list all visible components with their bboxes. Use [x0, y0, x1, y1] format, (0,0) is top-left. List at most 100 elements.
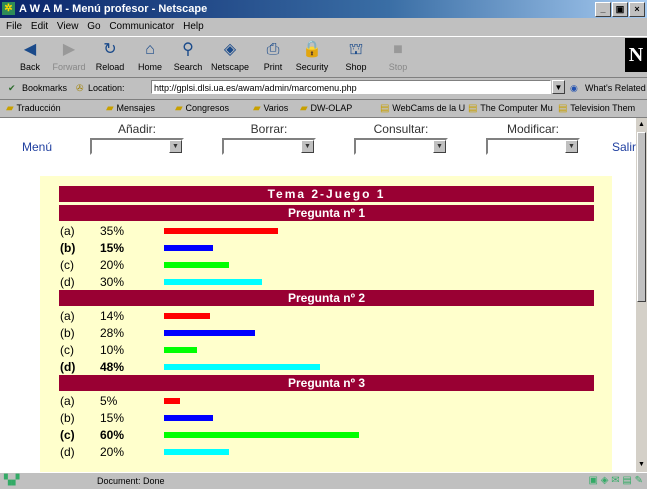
- answer-bar: [164, 245, 213, 251]
- modify-combo: Modificar: ▼: [486, 122, 580, 155]
- print-button[interactable]: ⎙ Print: [253, 39, 293, 75]
- answer-row: (a) 14%: [60, 307, 580, 324]
- query-combo: Consultar: ▼: [354, 122, 448, 155]
- menu-link[interactable]: Menú: [22, 140, 52, 154]
- location-bar: ✔ Bookmarks ✇ Location: http://gplsi.dls…: [0, 77, 647, 100]
- minimize-button[interactable]: _: [595, 2, 611, 17]
- netscape-button[interactable]: ◈ Netscape: [210, 39, 250, 75]
- component-bar-icons[interactable]: ▣ ◈ ✉ ▤ ✎: [589, 475, 643, 486]
- status-bar: ▚▞ Document: Done ▣ ◈ ✉ ▤ ✎: [0, 472, 647, 489]
- menu-help[interactable]: Help: [183, 21, 204, 32]
- home-button[interactable]: ⌂ Home: [130, 39, 170, 75]
- answer-percent: 60%: [100, 428, 125, 442]
- bookmark-item[interactable]: ▰ Traducción: [6, 103, 61, 114]
- bookmarks-button[interactable]: Bookmarks: [22, 83, 67, 93]
- vertical-scrollbar[interactable]: ▲ ▼: [636, 118, 647, 472]
- answer-percent: 30%: [100, 275, 125, 289]
- reload-button[interactable]: ↻ Reload: [90, 39, 130, 75]
- answer-option: (c): [60, 343, 74, 357]
- app-icon: ✲: [2, 2, 15, 15]
- answer-bar: [164, 330, 255, 336]
- menu-communicator[interactable]: Communicator: [109, 21, 174, 32]
- bookmark-item[interactable]: ▤ WebCams de la U: [380, 103, 465, 114]
- answer-percent: 15%: [100, 241, 125, 255]
- modify-label: Modificar:: [506, 122, 559, 136]
- search-button[interactable]: ⚲ Search: [168, 39, 208, 75]
- menu-go[interactable]: Go: [87, 21, 100, 32]
- answer-option: (a): [60, 309, 75, 323]
- bookmark-label: The Computer Mu: [480, 103, 553, 113]
- answer-bar: [164, 398, 180, 404]
- url-dropdown-button[interactable]: ▼: [552, 80, 565, 94]
- bookmark-label: DW-OLAP: [310, 103, 353, 113]
- bookmark-item[interactable]: ▰ Mensajes: [106, 103, 155, 114]
- toolbar-button-label: Netscape: [210, 62, 250, 72]
- menu-edit[interactable]: Edit: [31, 21, 48, 32]
- whats-related-button[interactable]: What's Related: [585, 83, 646, 93]
- page-icon: ▤: [558, 103, 571, 114]
- security-status-icon: ▚▞: [4, 475, 20, 486]
- answer-bar: [164, 262, 229, 268]
- scroll-thumb[interactable]: [637, 132, 646, 302]
- chevron-down-icon[interactable]: ▼: [565, 140, 578, 153]
- bookmark-item[interactable]: ▰ DW-OLAP: [300, 103, 352, 114]
- chevron-down-icon[interactable]: ▼: [301, 140, 314, 153]
- page-icon: ▤: [468, 103, 481, 114]
- question-header: Pregunta nº 2: [59, 290, 594, 306]
- question-header: Pregunta nº 1: [59, 205, 594, 221]
- forward-button[interactable]: ▶ Forward: [49, 39, 89, 75]
- answer-percent: 15%: [100, 411, 125, 425]
- bookmark-item[interactable]: ▤ The Computer Mu: [468, 103, 553, 114]
- shop-icon: ⛫: [348, 41, 364, 58]
- toolbar-button-label: Print: [263, 62, 283, 72]
- answer-option: (a): [60, 394, 75, 408]
- window-title-bar[interactable]: ✲ A W A M - Menú profesor - Netscape _ ▣…: [0, 0, 647, 18]
- answer-bar: [164, 313, 210, 319]
- reload-icon: ↻: [103, 41, 117, 58]
- chevron-down-icon[interactable]: ▼: [433, 140, 446, 153]
- stop-icon: ■: [393, 41, 403, 58]
- add-combo: Añadir: ▼: [90, 122, 184, 155]
- chevron-down-icon[interactable]: ▼: [169, 140, 182, 153]
- modify-select[interactable]: ▼: [486, 138, 580, 155]
- url-field[interactable]: http://gplsi.dlsi.ua.es/awam/admin/marco…: [151, 80, 551, 94]
- security-button[interactable]: 🔒 Security: [292, 39, 332, 75]
- scroll-down-icon[interactable]: ▼: [637, 460, 646, 470]
- query-select[interactable]: ▼: [354, 138, 448, 155]
- add-label: Añadir:: [117, 122, 157, 136]
- question-header: Pregunta nº 3: [59, 375, 594, 391]
- bookmark-item[interactable]: ▰ Varios: [253, 103, 288, 114]
- answer-option: (b): [60, 411, 75, 425]
- bookmark-item[interactable]: ▰ Congresos: [175, 103, 229, 114]
- bookmark-label: Congresos: [185, 103, 229, 113]
- folder-icon: ▰: [6, 103, 17, 114]
- scroll-up-icon[interactable]: ▲: [637, 120, 646, 130]
- exit-link[interactable]: Salir: [612, 140, 636, 154]
- shop-button[interactable]: ⛫ Shop: [336, 39, 376, 75]
- folder-icon: ▰: [175, 103, 186, 114]
- add-select[interactable]: ▼: [90, 138, 184, 155]
- bookmark-item[interactable]: ▤ Television Them: [558, 103, 635, 114]
- menu-bar: File Edit View Go Communicator Help: [0, 18, 647, 35]
- answer-row: (d) 20%: [60, 443, 580, 460]
- forward-arrow-icon: ▶: [62, 41, 76, 58]
- menu-view[interactable]: View: [57, 21, 79, 32]
- status-text: Document: Done: [97, 476, 165, 486]
- bookmark-icon: ✔: [8, 83, 16, 93]
- maximize-button[interactable]: ▣: [612, 2, 628, 17]
- toolbar-button-label: Stop: [388, 62, 408, 72]
- answer-option: (c): [60, 258, 74, 272]
- bookmark-label: WebCams de la U: [392, 103, 466, 113]
- answer-row: (c) 20%: [60, 256, 580, 273]
- answer-option: (d): [60, 275, 75, 289]
- stop-button[interactable]: ■ Stop: [378, 39, 418, 75]
- bookmark-label: Traducción: [16, 103, 61, 113]
- close-button[interactable]: ×: [629, 2, 645, 17]
- folder-icon: ▰: [106, 103, 117, 114]
- home-icon: ⌂: [145, 41, 155, 58]
- menu-file[interactable]: File: [6, 21, 22, 32]
- answer-percent: 5%: [100, 394, 118, 408]
- netscape-logo[interactable]: N: [625, 38, 647, 72]
- back-button[interactable]: ◀ Back: [10, 39, 50, 75]
- delete-select[interactable]: ▼: [222, 138, 316, 155]
